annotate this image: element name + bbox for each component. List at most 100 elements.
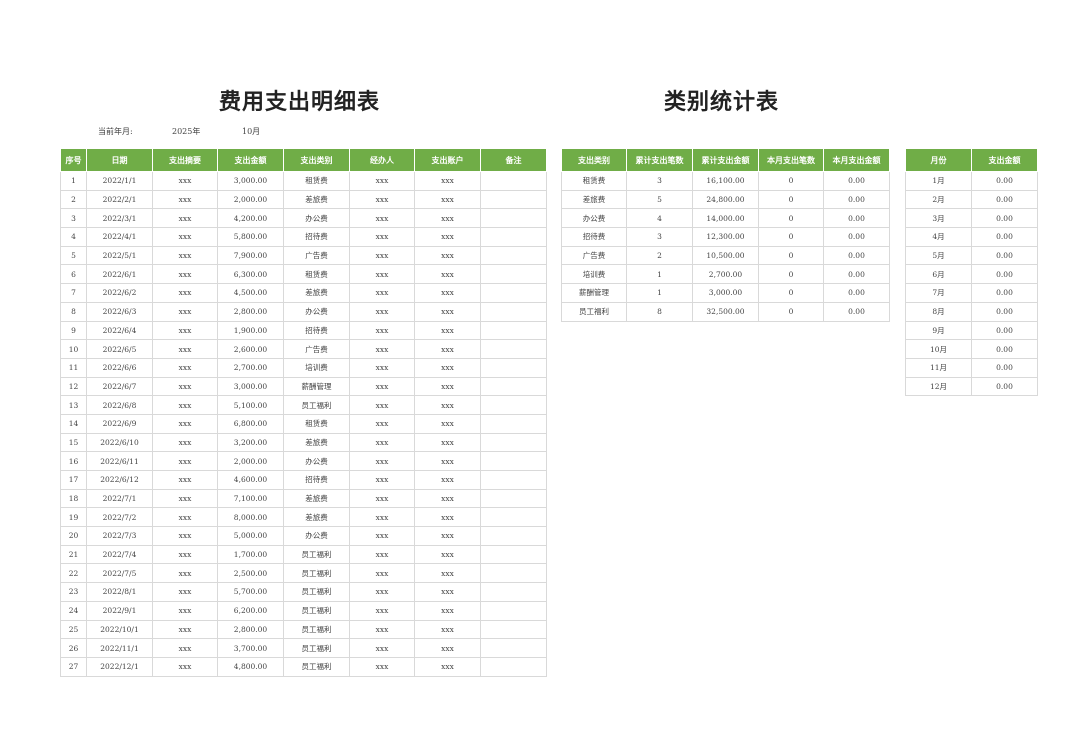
category-table-cell[interactable]: 员工福利 bbox=[561, 301, 627, 322]
category-table-cell[interactable]: 8 bbox=[626, 301, 693, 322]
detail-table-cell[interactable]: xxx bbox=[152, 488, 218, 509]
monthly-table-cell[interactable]: 9月 bbox=[905, 320, 972, 341]
detail-table-cell[interactable]: xxx bbox=[349, 600, 415, 621]
detail-table-cell[interactable]: 员工福利 bbox=[283, 582, 350, 602]
detail-table-cell[interactable]: 4,200.00 bbox=[217, 208, 284, 229]
detail-table-cell[interactable] bbox=[480, 526, 547, 546]
detail-table-cell[interactable]: xxx bbox=[349, 339, 415, 359]
detail-table-cell[interactable]: 3,000.00 bbox=[217, 171, 284, 191]
detail-table-cell[interactable]: xxx bbox=[414, 600, 481, 621]
monthly-table-cell[interactable]: 2月 bbox=[905, 189, 972, 210]
detail-table-cell[interactable]: 2022/6/2 bbox=[86, 283, 153, 303]
category-table-cell[interactable]: 0 bbox=[758, 189, 824, 210]
category-table-cell[interactable]: 3 bbox=[626, 227, 693, 247]
detail-table-cell[interactable]: 5,100.00 bbox=[217, 395, 284, 415]
detail-table-cell[interactable] bbox=[480, 320, 547, 341]
detail-table-cell[interactable]: 2022/6/6 bbox=[86, 357, 153, 378]
detail-table-cell[interactable]: xxx bbox=[349, 638, 415, 658]
detail-table-cell[interactable]: 2022/6/3 bbox=[86, 301, 153, 322]
detail-table-cell[interactable]: xxx bbox=[349, 227, 415, 247]
detail-table-cell[interactable]: xxx bbox=[152, 563, 218, 584]
detail-table-cell[interactable]: xxx bbox=[152, 357, 218, 378]
detail-table-cell[interactable]: 7,900.00 bbox=[217, 245, 284, 266]
detail-table-cell[interactable]: 租赁费 bbox=[283, 413, 350, 434]
detail-table-cell[interactable]: xxx bbox=[152, 376, 218, 397]
detail-table-cell[interactable]: 招待费 bbox=[283, 320, 350, 341]
detail-table-cell[interactable]: 8 bbox=[60, 301, 87, 322]
detail-table-cell[interactable]: xxx bbox=[414, 638, 481, 658]
detail-table-cell[interactable]: 员工福利 bbox=[283, 544, 350, 565]
detail-table-cell[interactable] bbox=[480, 208, 547, 229]
category-table-cell[interactable]: 10,500.00 bbox=[692, 245, 759, 266]
detail-table-cell[interactable]: 15 bbox=[60, 432, 87, 453]
detail-table-cell[interactable]: xxx bbox=[414, 395, 481, 415]
detail-table-cell[interactable]: 26 bbox=[60, 638, 87, 658]
detail-table-cell[interactable]: xxx bbox=[414, 451, 481, 471]
detail-table-cell[interactable]: 4,800.00 bbox=[217, 656, 284, 677]
detail-table-cell[interactable]: xxx bbox=[414, 189, 481, 210]
monthly-table-cell[interactable]: 0.00 bbox=[971, 339, 1038, 359]
detail-table-cell[interactable]: 17 bbox=[60, 470, 87, 490]
detail-table-cell[interactable]: 2022/7/5 bbox=[86, 563, 153, 584]
monthly-table-cell[interactable]: 0.00 bbox=[971, 208, 1038, 229]
category-table-cell[interactable]: 租赁费 bbox=[561, 171, 627, 191]
detail-table-cell[interactable] bbox=[480, 357, 547, 378]
detail-table-cell[interactable]: 2022/11/1 bbox=[86, 638, 153, 658]
detail-table-cell[interactable] bbox=[480, 582, 547, 602]
detail-table-cell[interactable]: 广告费 bbox=[283, 245, 350, 266]
detail-table-cell[interactable]: xxx bbox=[152, 619, 218, 640]
detail-table-cell[interactable]: 2022/7/4 bbox=[86, 544, 153, 565]
detail-table-cell[interactable]: 5,700.00 bbox=[217, 582, 284, 602]
detail-table-cell[interactable]: 12 bbox=[60, 376, 87, 397]
detail-table-cell[interactable]: xxx bbox=[349, 264, 415, 285]
detail-table-cell[interactable]: xxx bbox=[349, 526, 415, 546]
detail-table-cell[interactable]: 2022/3/1 bbox=[86, 208, 153, 229]
monthly-table-cell[interactable]: 0.00 bbox=[971, 245, 1038, 266]
detail-table-cell[interactable]: xxx bbox=[414, 227, 481, 247]
detail-table-cell[interactable] bbox=[480, 563, 547, 584]
detail-table-cell[interactable]: 员工福利 bbox=[283, 656, 350, 677]
detail-table-cell[interactable]: 2022/7/2 bbox=[86, 507, 153, 528]
detail-table-cell[interactable]: xxx bbox=[414, 563, 481, 584]
detail-table-cell[interactable]: xxx bbox=[349, 488, 415, 509]
monthly-table-cell[interactable]: 3月 bbox=[905, 208, 972, 229]
monthly-table-cell[interactable]: 7月 bbox=[905, 283, 972, 303]
detail-table-cell[interactable]: xxx bbox=[152, 283, 218, 303]
detail-table-cell[interactable] bbox=[480, 507, 547, 528]
detail-table-cell[interactable]: xxx bbox=[414, 245, 481, 266]
detail-table-cell[interactable]: xxx bbox=[152, 264, 218, 285]
category-table-cell[interactable]: 0.00 bbox=[823, 227, 890, 247]
detail-table-cell[interactable]: xxx bbox=[152, 395, 218, 415]
detail-table-cell[interactable]: xxx bbox=[349, 544, 415, 565]
detail-table-cell[interactable]: xxx bbox=[414, 432, 481, 453]
category-table-cell[interactable]: 0.00 bbox=[823, 189, 890, 210]
detail-table-cell[interactable]: 6,800.00 bbox=[217, 413, 284, 434]
monthly-table-cell[interactable]: 0.00 bbox=[971, 189, 1038, 210]
detail-table-cell[interactable] bbox=[480, 470, 547, 490]
detail-table-cell[interactable]: 2022/12/1 bbox=[86, 656, 153, 677]
detail-table-cell[interactable]: xxx bbox=[349, 451, 415, 471]
category-table-cell[interactable]: 32,500.00 bbox=[692, 301, 759, 322]
detail-table-cell[interactable]: xxx bbox=[414, 507, 481, 528]
detail-table-cell[interactable]: 27 bbox=[60, 656, 87, 677]
detail-table-cell[interactable]: xxx bbox=[349, 507, 415, 528]
detail-table-cell[interactable]: xxx bbox=[152, 507, 218, 528]
detail-table-cell[interactable]: xxx bbox=[152, 171, 218, 191]
detail-table-cell[interactable] bbox=[480, 432, 547, 453]
detail-table-cell[interactable]: 13 bbox=[60, 395, 87, 415]
monthly-table-cell[interactable]: 11月 bbox=[905, 357, 972, 378]
detail-table-cell[interactable]: xxx bbox=[152, 432, 218, 453]
monthly-table-cell[interactable]: 0.00 bbox=[971, 301, 1038, 322]
detail-table-cell[interactable]: 5,800.00 bbox=[217, 227, 284, 247]
category-table-cell[interactable]: 0.00 bbox=[823, 301, 890, 322]
detail-table-cell[interactable]: 19 bbox=[60, 507, 87, 528]
monthly-table-cell[interactable]: 0.00 bbox=[971, 376, 1038, 397]
monthly-table-cell[interactable]: 10月 bbox=[905, 339, 972, 359]
detail-table-cell[interactable]: 4 bbox=[60, 227, 87, 247]
detail-table-cell[interactable]: 4,600.00 bbox=[217, 470, 284, 490]
category-table-cell[interactable]: 3 bbox=[626, 171, 693, 191]
detail-table-cell[interactable]: 2022/6/5 bbox=[86, 339, 153, 359]
monthly-table-cell[interactable]: 12月 bbox=[905, 376, 972, 397]
detail-table-cell[interactable]: xxx bbox=[152, 638, 218, 658]
detail-table-cell[interactable]: 20 bbox=[60, 526, 87, 546]
